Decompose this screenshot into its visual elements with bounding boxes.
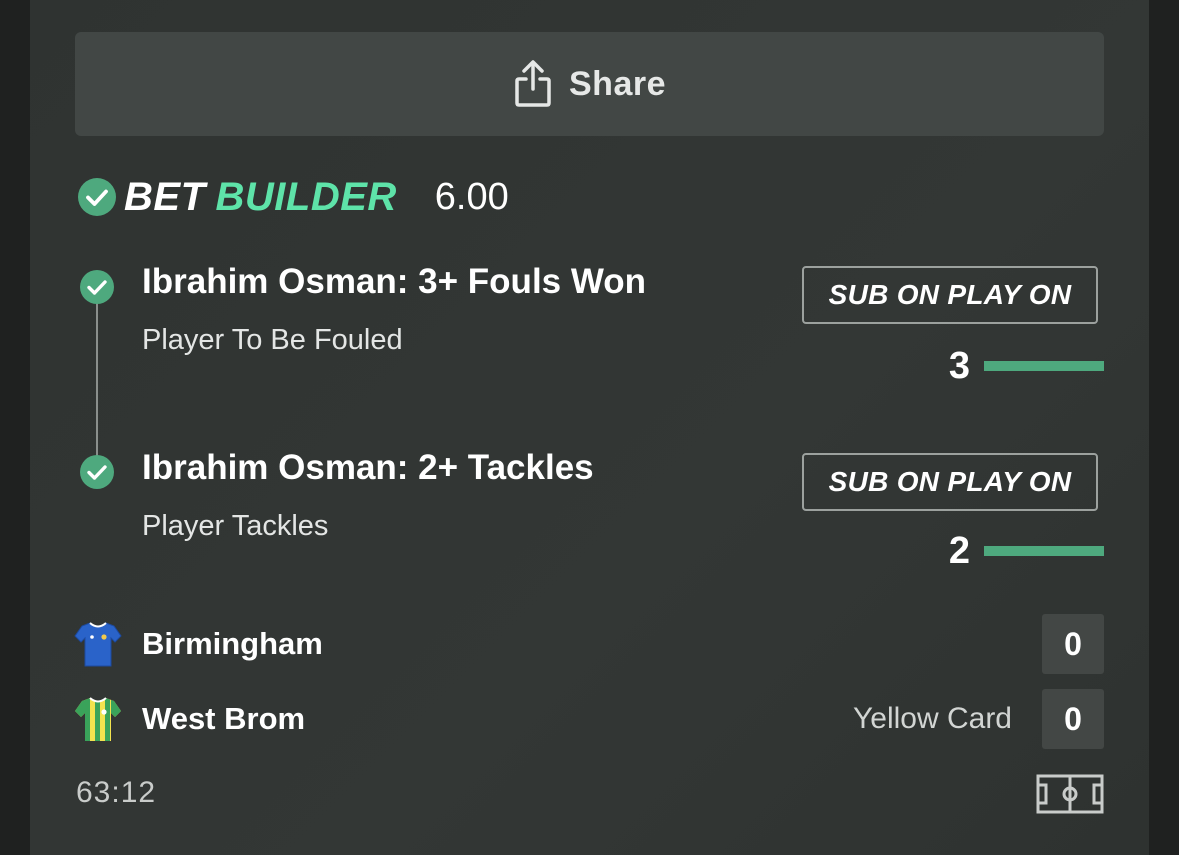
leg-2-progress-value: 2 — [948, 529, 970, 572]
bet-builder-title: BET BUILDER — [124, 175, 397, 220]
team-row-home: Birmingham 0 — [74, 614, 1104, 674]
match-clock: 63:12 — [76, 776, 157, 809]
leg-2-sub-on-play-on-badge: SUB ON PLAY ON — [802, 453, 1098, 511]
leg-2-check-icon — [80, 455, 114, 489]
leg-1-progress-value: 3 — [948, 344, 970, 387]
leg-2-progress-fill — [984, 546, 1104, 556]
leg-1-check-icon — [80, 270, 114, 304]
leg-1-market: Player To Be Fouled — [142, 324, 403, 356]
team-row-away: West Brom Yellow Card 0 — [74, 689, 1104, 749]
share-label: Share — [569, 64, 666, 103]
team-name-away: West Brom — [142, 701, 306, 736]
bet-card: Share BET BUILDER 6.00 Ibrahim Osman: 3+ … — [30, 0, 1149, 855]
share-icon — [513, 59, 553, 109]
score-home: 0 — [1042, 614, 1104, 674]
leg-1-title: Ibrahim Osman: 3+ Fouls Won — [142, 262, 647, 301]
blue-shirt-icon — [74, 622, 122, 667]
team-name-home: Birmingham — [142, 626, 323, 661]
team-away-stats: Yellow Card 0 — [853, 689, 1104, 749]
bet-builder-word-bet: BET — [124, 174, 206, 219]
leg-timeline-connector — [96, 288, 98, 470]
leg-2-progress-bar — [984, 546, 1104, 556]
bet-builder-header: BET BUILDER 6.00 — [78, 172, 509, 222]
leg-1-progress: 3 — [930, 344, 1104, 387]
share-button[interactable]: Share — [75, 32, 1104, 136]
green-yellow-striped-shirt-icon — [75, 697, 121, 741]
leg-1-progress-bar — [984, 361, 1104, 371]
team-away-event: Yellow Card — [853, 702, 1012, 735]
leg-2-market: Player Tackles — [142, 510, 329, 542]
leg-2-progress: 2 — [930, 529, 1104, 572]
leg-1-progress-fill — [984, 361, 1104, 371]
bet-builder-word-builder: BUILDER — [215, 174, 397, 219]
leg-1-sub-on-play-on-badge: SUB ON PLAY ON — [802, 266, 1098, 324]
leg-2-title: Ibrahim Osman: 2+ Tackles — [142, 448, 594, 487]
check-circle-icon — [78, 178, 116, 216]
pitch-icon[interactable] — [1036, 774, 1104, 814]
bet-odds: 6.00 — [434, 175, 509, 218]
team-home-stats: 0 — [1042, 614, 1104, 674]
score-away: 0 — [1042, 689, 1104, 749]
